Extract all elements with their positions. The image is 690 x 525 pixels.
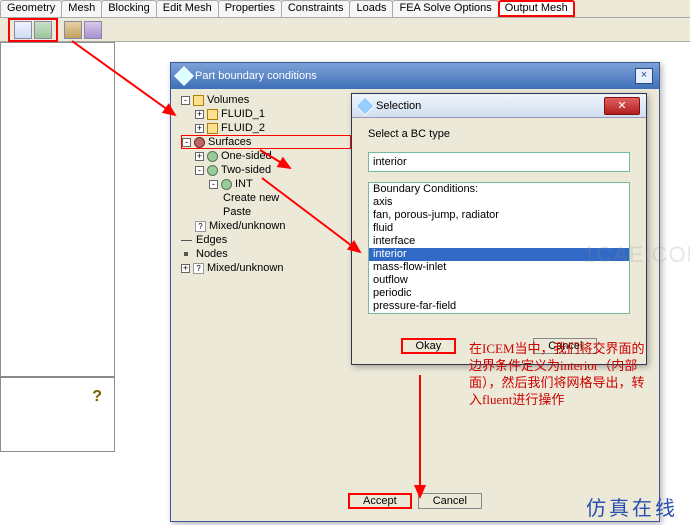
selection-title: Selection xyxy=(376,100,421,112)
list-item[interactable]: pressure-far-field xyxy=(369,300,629,313)
tree-mixed-2[interactable]: Mixed/unknown xyxy=(207,262,283,274)
selection-dialog: Selection ✕ Select a BC type Boundary Co… xyxy=(351,93,647,365)
tree-nodes[interactable]: Nodes xyxy=(196,248,228,260)
tab-loads[interactable]: Loads xyxy=(349,0,393,17)
tree-mixed-1[interactable]: Mixed/unknown xyxy=(209,220,285,232)
tree-fluid1[interactable]: FLUID_1 xyxy=(221,108,265,120)
brand-text: 仿真在线 xyxy=(586,492,678,521)
list-item[interactable]: interface xyxy=(369,235,629,248)
list-item[interactable]: Boundary Conditions: xyxy=(369,183,629,196)
dialog-icon xyxy=(174,66,194,86)
tree-fluid2[interactable]: FLUID_2 xyxy=(221,122,265,134)
bc-type-list[interactable]: Boundary Conditions: axis fan, porous-ju… xyxy=(368,182,630,314)
toolbar-btn-4[interactable] xyxy=(84,21,102,39)
help-icon[interactable]: ? xyxy=(92,388,102,406)
toolbar-btn-2[interactable] xyxy=(34,21,52,39)
tree-surfaces[interactable]: Surfaces xyxy=(208,136,251,148)
list-item[interactable]: mass-flow-inlet xyxy=(369,261,629,274)
dialog-close-button[interactable]: × xyxy=(635,68,653,84)
tree-volumes[interactable]: Volumes xyxy=(207,94,249,106)
list-item[interactable]: axis xyxy=(369,196,629,209)
tree-edges[interactable]: Edges xyxy=(196,234,227,246)
tab-properties[interactable]: Properties xyxy=(218,0,282,17)
tree: -Volumes +FLUID_1 +FLUID_2 -Surfaces +On… xyxy=(181,93,351,275)
tab-fea-solve[interactable]: FEA Solve Options xyxy=(392,0,498,17)
toolbar-btn-3[interactable] xyxy=(64,21,82,39)
bc-type-input[interactable] xyxy=(368,152,630,172)
list-item[interactable]: periodic xyxy=(369,287,629,300)
toolbar-group-highlighted xyxy=(8,18,58,42)
okay-button[interactable]: Okay xyxy=(401,338,457,354)
cancel-button[interactable]: Cancel xyxy=(418,493,482,509)
list-item[interactable]: outflow xyxy=(369,274,629,287)
tab-edit-mesh[interactable]: Edit Mesh xyxy=(156,0,219,17)
dialog-title: Part boundary conditions xyxy=(195,70,635,82)
tab-blocking[interactable]: Blocking xyxy=(101,0,157,17)
tree-paste[interactable]: Paste xyxy=(223,206,251,218)
accept-button[interactable]: Accept xyxy=(348,493,412,509)
tree-create-new[interactable]: Create new xyxy=(223,192,279,204)
selection-titlebar[interactable]: Selection ✕ xyxy=(352,94,646,118)
list-item[interactable]: fluid xyxy=(369,222,629,235)
tab-mesh[interactable]: Mesh xyxy=(61,0,102,17)
annotation-text: 在ICEM当中，我们将交界面的边界条件定义为interior（内部面），然后我们… xyxy=(469,340,651,408)
tab-constraints[interactable]: Constraints xyxy=(281,0,351,17)
tab-geometry[interactable]: Geometry xyxy=(0,0,62,17)
tree-int[interactable]: INT xyxy=(235,178,253,190)
toolbar xyxy=(0,18,690,42)
dialog-titlebar[interactable]: Part boundary conditions × xyxy=(171,63,659,89)
left-panel-content xyxy=(1,43,114,378)
list-item-selected[interactable]: interior xyxy=(369,248,629,261)
selection-close-button[interactable]: ✕ xyxy=(604,97,640,115)
main-tabbar: Geometry Mesh Blocking Edit Mesh Propert… xyxy=(0,0,690,18)
part-boundary-dialog: Part boundary conditions × -Volumes +FLU… xyxy=(170,62,660,522)
selection-icon xyxy=(355,96,375,116)
tree-twosided[interactable]: Two-sided xyxy=(221,164,271,176)
list-item[interactable]: fan, porous-jump, radiator xyxy=(369,209,629,222)
dialog-body: -Volumes +FLUID_1 +FLUID_2 -Surfaces +On… xyxy=(171,89,659,519)
tab-output-mesh[interactable]: Output Mesh xyxy=(498,0,575,17)
tree-onesided[interactable]: One-sided xyxy=(221,150,272,162)
toolbar-btn-1[interactable] xyxy=(14,21,32,39)
left-panel: ? xyxy=(0,42,115,452)
selection-label: Select a BC type xyxy=(368,128,630,140)
